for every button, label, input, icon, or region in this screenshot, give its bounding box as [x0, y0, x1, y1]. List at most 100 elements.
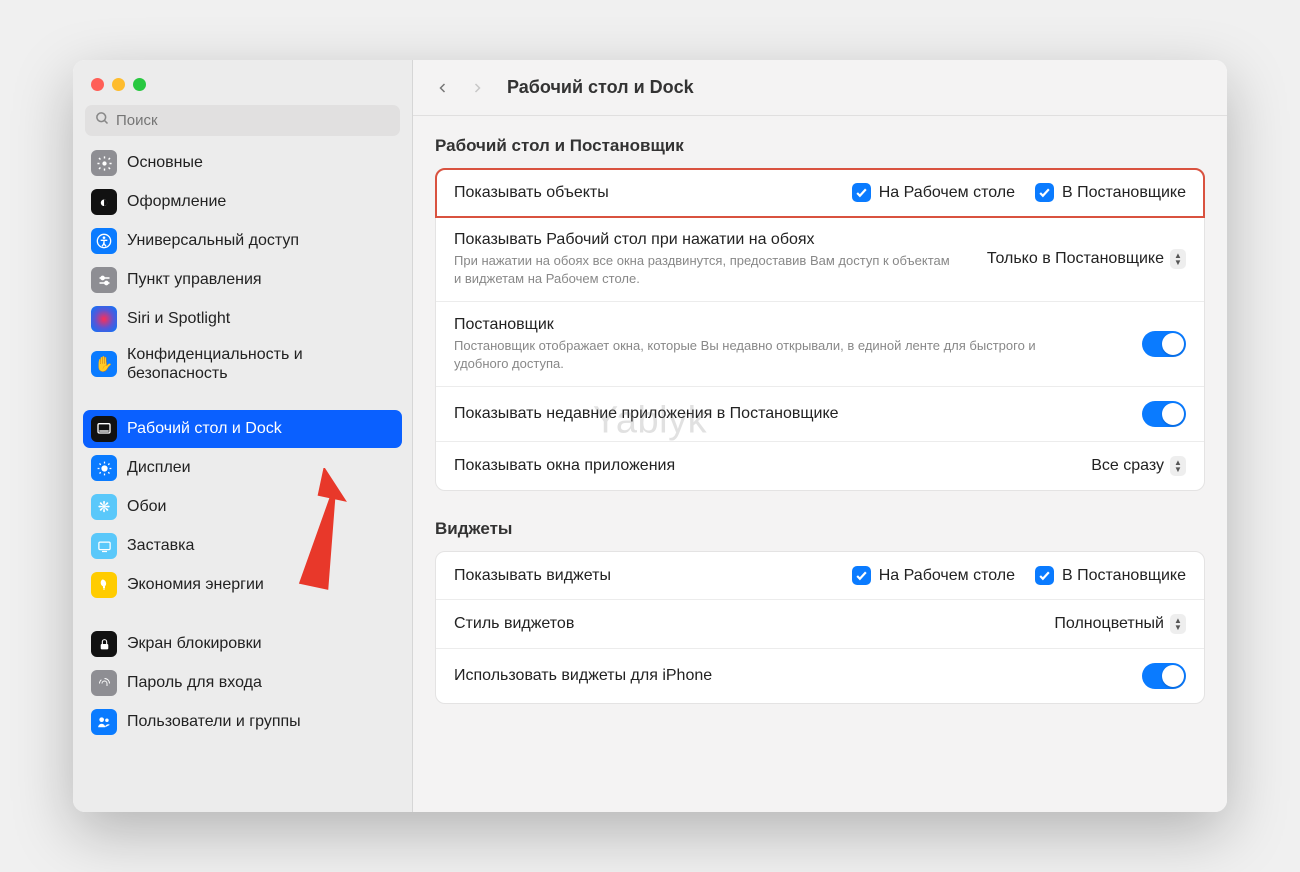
- panel-widgets: Показывать виджеты На Рабочем столе В По…: [435, 551, 1205, 704]
- checkmark-icon: [1035, 566, 1054, 585]
- toggle-iphone-widgets[interactable]: [1142, 663, 1186, 689]
- gear-icon: [91, 150, 117, 176]
- select-widget-style[interactable]: Полноцветный ▲▼: [1054, 614, 1186, 634]
- search-input[interactable]: [116, 112, 390, 129]
- select-value: Все сразу: [1091, 457, 1164, 475]
- sidebar-item-label: Пункт управления: [127, 271, 262, 289]
- screensaver-icon: [91, 533, 117, 559]
- sidebar-item-siri[interactable]: Siri и Spotlight: [83, 300, 402, 338]
- sidebar-item-label: Конфиденциальность и безопасность: [127, 345, 394, 383]
- row-iphone-widgets: Использовать виджеты для iPhone: [436, 649, 1204, 703]
- select-value: Только в Постановщике: [987, 250, 1164, 268]
- label-click-wallpaper: Показывать Рабочий стол при нажатии на о…: [454, 231, 987, 249]
- checkbox-on-desktop[interactable]: На Рабочем столе: [852, 183, 1015, 202]
- checkmark-icon: [852, 566, 871, 585]
- row-show-widgets: Показывать виджеты На Рабочем столе В По…: [436, 552, 1204, 600]
- sidebar-item-label: Экономия энергии: [127, 576, 264, 594]
- wallpaper-icon: ❋: [91, 494, 117, 520]
- forward-button[interactable]: [465, 76, 489, 100]
- label-widget-style: Стиль виджетов: [454, 615, 1054, 633]
- checkbox-label: В Постановщике: [1062, 184, 1186, 202]
- chevron-updown-icon: ▲▼: [1170, 249, 1186, 269]
- checkbox-in-stage-manager[interactable]: В Постановщике: [1035, 183, 1186, 202]
- appearance-icon: ◐: [91, 189, 117, 215]
- sidebar-item-login-password[interactable]: Пароль для входа: [83, 664, 402, 702]
- settings-window: Основные ◐ Оформление Универсальный дост…: [73, 60, 1227, 812]
- row-widget-style: Стиль виджетов Полноцветный ▲▼: [436, 600, 1204, 649]
- row-show-items: Показывать объекты На Рабочем столе В По…: [436, 169, 1204, 217]
- sidebar-item-screensaver[interactable]: Заставка: [83, 527, 402, 565]
- content: Рабочий стол и Постановщик Показывать об…: [413, 116, 1227, 812]
- checkmark-icon: [1035, 183, 1054, 202]
- section-title-widgets: Виджеты: [435, 519, 1205, 539]
- sidebar-item-appearance[interactable]: ◐ Оформление: [83, 183, 402, 221]
- sidebar-item-label: Рабочий стол и Dock: [127, 420, 282, 438]
- checkbox-label: На Рабочем столе: [879, 567, 1015, 585]
- row-recent-apps: Показывать недавние приложения в Постано…: [436, 387, 1204, 442]
- sidebar-item-control-center[interactable]: Пункт управления: [83, 261, 402, 299]
- select-value: Полноцветный: [1054, 615, 1164, 633]
- sidebar-item-label: Дисплеи: [127, 459, 191, 477]
- sidebar-item-label: Экран блокировки: [127, 635, 262, 653]
- sidebar-item-label: Siri и Spotlight: [127, 310, 230, 328]
- hand-icon: ✋: [91, 351, 117, 377]
- select-click-wallpaper[interactable]: Только в Постановщике ▲▼: [987, 249, 1186, 269]
- toggle-recent-apps[interactable]: [1142, 401, 1186, 427]
- checkbox-widgets-stage[interactable]: В Постановщике: [1035, 566, 1186, 585]
- sidebar-item-accessibility[interactable]: Универсальный доступ: [83, 222, 402, 260]
- sidebar-item-privacy[interactable]: ✋ Конфиденциальность и безопасность: [83, 339, 402, 389]
- zoom-window-button[interactable]: [133, 78, 146, 91]
- label-recent-apps: Показывать недавние приложения в Постано…: [454, 405, 1142, 423]
- sidebar-item-label: Заставка: [127, 537, 194, 555]
- search-field[interactable]: [85, 105, 400, 136]
- toggle-stage-manager[interactable]: [1142, 331, 1186, 357]
- page-title: Рабочий стол и Dock: [507, 77, 694, 98]
- search-icon: [95, 111, 116, 130]
- fingerprint-icon: [91, 670, 117, 696]
- checkmark-icon: [852, 183, 871, 202]
- panel-desktop: Показывать объекты На Рабочем столе В По…: [435, 168, 1205, 491]
- sidebar-item-displays[interactable]: Дисплеи: [83, 449, 402, 487]
- sidebar-item-label: Универсальный доступ: [127, 232, 299, 250]
- desc-stage-manager: Постановщик отображает окна, которые Вы …: [454, 337, 1074, 372]
- label-show-windows: Показывать окна приложения: [454, 457, 1091, 475]
- sidebar: Основные ◐ Оформление Универсальный дост…: [73, 60, 413, 812]
- sidebar-item-wallpaper[interactable]: ❋ Обои: [83, 488, 402, 526]
- sidebar-item-label: Оформление: [127, 193, 226, 211]
- row-show-windows: Показывать окна приложения Все сразу ▲▼: [436, 442, 1204, 490]
- label-show-widgets: Показывать виджеты: [454, 567, 852, 585]
- siri-icon: [91, 306, 117, 332]
- select-show-windows[interactable]: Все сразу ▲▼: [1091, 456, 1186, 476]
- chevron-updown-icon: ▲▼: [1170, 456, 1186, 476]
- titlebar: Рабочий стол и Dock: [413, 60, 1227, 116]
- label-show-items: Показывать объекты: [454, 184, 852, 202]
- sidebar-item-general[interactable]: Основные: [83, 144, 402, 182]
- lock-icon: [91, 631, 117, 657]
- sidebar-item-users-groups[interactable]: Пользователи и группы: [83, 703, 402, 741]
- checkbox-widgets-desktop[interactable]: На Рабочем столе: [852, 566, 1015, 585]
- desc-click-wallpaper: При нажатии на обоях все окна раздвинутс…: [454, 252, 954, 287]
- label-iphone-widgets: Использовать виджеты для iPhone: [454, 667, 1142, 685]
- row-stage-manager: Постановщик Постановщик отображает окна,…: [436, 302, 1204, 387]
- window-controls: [73, 78, 412, 105]
- energy-icon: [91, 572, 117, 598]
- sidebar-list: Основные ◐ Оформление Универсальный дост…: [73, 144, 412, 812]
- main-panel: Рабочий стол и Dock Рабочий стол и Поста…: [413, 60, 1227, 812]
- sidebar-item-desktop-dock[interactable]: Рабочий стол и Dock: [83, 410, 402, 448]
- sidebar-item-lock-screen[interactable]: Экран блокировки: [83, 625, 402, 663]
- back-button[interactable]: [431, 76, 455, 100]
- checkbox-label: На Рабочем столе: [879, 184, 1015, 202]
- section-title-desktop: Рабочий стол и Постановщик: [435, 136, 1205, 156]
- accessibility-icon: [91, 228, 117, 254]
- checkbox-label: В Постановщике: [1062, 567, 1186, 585]
- sidebar-item-label: Пароль для входа: [127, 674, 262, 692]
- sidebar-item-energy[interactable]: Экономия энергии: [83, 566, 402, 604]
- control-center-icon: [91, 267, 117, 293]
- sidebar-item-label: Пользователи и группы: [127, 713, 301, 731]
- row-click-wallpaper: Показывать Рабочий стол при нажатии на о…: [436, 217, 1204, 302]
- close-window-button[interactable]: [91, 78, 104, 91]
- sidebar-item-label: Основные: [127, 154, 203, 172]
- users-icon: [91, 709, 117, 735]
- displays-icon: [91, 455, 117, 481]
- minimize-window-button[interactable]: [112, 78, 125, 91]
